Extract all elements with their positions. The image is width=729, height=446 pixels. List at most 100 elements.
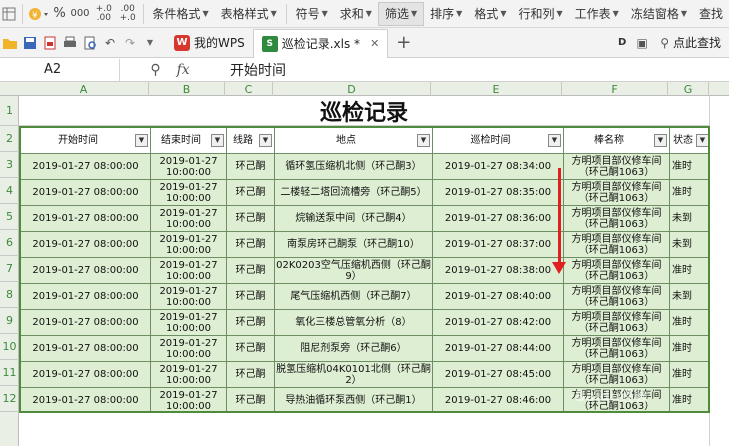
filter-dropdown-icon[interactable]: ▼ bbox=[696, 134, 708, 147]
column-header-a[interactable]: A bbox=[19, 82, 149, 96]
cell-inspect-time[interactable]: 2019-01-27 08:36:00 bbox=[433, 206, 564, 232]
filter-dropdown-icon[interactable]: ▼ bbox=[211, 134, 224, 147]
tab-inspection-record[interactable]: S 巡检记录.xls * ✕ bbox=[252, 28, 389, 58]
filter-dropdown-icon[interactable]: ▼ bbox=[135, 134, 148, 147]
cell-end-time[interactable]: 2019-01-27 10:00:00 bbox=[151, 154, 227, 180]
tab-my-wps[interactable]: W 我的WPS bbox=[166, 29, 253, 57]
cell-inspect-time[interactable]: 2019-01-27 08:37:00 bbox=[433, 232, 564, 258]
cell-start-time[interactable]: 2019-01-27 08:00:00 bbox=[21, 206, 151, 232]
cell-stick-name[interactable]: 方明项目部仪修车间（环己酮1063） bbox=[564, 180, 670, 206]
cell-line[interactable]: 环己酮 bbox=[227, 206, 275, 232]
cell-end-time[interactable]: 2019-01-27 10:00:00 bbox=[151, 310, 227, 336]
cell-end-time[interactable]: 2019-01-27 10:00:00 bbox=[151, 232, 227, 258]
cell-place[interactable]: 循环氢压缩机北侧（环己酮3） bbox=[275, 154, 433, 180]
cell-end-time[interactable]: 2019-01-27 10:00:00 bbox=[151, 180, 227, 206]
row-header[interactable]: 11 bbox=[0, 360, 19, 386]
cell-start-time[interactable]: 2019-01-27 08:00:00 bbox=[21, 362, 151, 388]
open-folder-icon[interactable] bbox=[0, 33, 20, 53]
filter-dropdown-icon[interactable]: ▼ bbox=[654, 134, 667, 147]
cell-end-time[interactable]: 2019-01-27 10:00:00 bbox=[151, 336, 227, 362]
symbol-button[interactable]: 符号 ▼ bbox=[290, 2, 334, 26]
cell-line[interactable]: 环己酮 bbox=[227, 388, 275, 411]
cell-line[interactable]: 环己酮 bbox=[227, 336, 275, 362]
cell-place[interactable]: 氧化三楼总管氧分析（8） bbox=[275, 310, 433, 336]
cell-place[interactable]: 阻尼剂泵旁（环己酮6） bbox=[275, 336, 433, 362]
layout-icon[interactable]: ▣ bbox=[632, 33, 652, 53]
cell-start-time[interactable]: 2019-01-27 08:00:00 bbox=[21, 232, 151, 258]
header-cell-place[interactable]: 地点 ▼ bbox=[275, 128, 433, 154]
column-header-b[interactable]: B bbox=[149, 82, 225, 96]
cell-stick-name[interactable]: 方明项目部仪修车间（环己酮1063） bbox=[564, 206, 670, 232]
cell-end-time[interactable]: 2019-01-27 10:00:00 bbox=[151, 284, 227, 310]
export-pdf-icon[interactable] bbox=[40, 33, 60, 53]
cell-place[interactable]: 烷输送泵中间（环己酮4） bbox=[275, 206, 433, 232]
cell-place[interactable]: 南泵房环己酮泵（环己酮10） bbox=[275, 232, 433, 258]
filter-button[interactable]: 筛选 ▼ bbox=[377, 1, 425, 26]
cell-status[interactable]: 准时 bbox=[670, 310, 708, 336]
cell-status[interactable]: 准时 bbox=[670, 180, 708, 206]
column-header-e[interactable]: E bbox=[431, 82, 562, 96]
row-header[interactable]: 10 bbox=[0, 334, 19, 360]
row-header[interactable]: 6 bbox=[0, 230, 19, 256]
cell-line[interactable]: 环己酮 bbox=[227, 232, 275, 258]
find-button[interactable]: 查找 bbox=[693, 2, 729, 26]
empty-grid-area[interactable] bbox=[709, 96, 729, 446]
column-header-c[interactable]: C bbox=[225, 82, 273, 96]
column-header-g[interactable]: G bbox=[668, 82, 709, 96]
sheet-title[interactable]: 巡检记录 bbox=[19, 96, 709, 126]
header-cell-status[interactable]: 状态 ▼ bbox=[670, 128, 708, 154]
insert-function-button[interactable]: fx bbox=[177, 62, 190, 78]
cell-place[interactable]: 02K0203空气压缩机西侧（环己酮9） bbox=[275, 258, 433, 284]
print-icon[interactable] bbox=[60, 33, 80, 53]
cell-stick-name[interactable]: 方明项目部仪修车间（环己酮1063） bbox=[564, 310, 670, 336]
cell-start-time[interactable]: 2019-01-27 08:00:00 bbox=[21, 180, 151, 206]
cell-stick-name[interactable]: 方明项目部仪修车间（环己酮1063） bbox=[564, 258, 670, 284]
undo-icon[interactable]: ↶ bbox=[100, 33, 120, 53]
header-cell-line[interactable]: 线路 ▼ bbox=[227, 128, 275, 154]
cell-start-time[interactable]: 2019-01-27 08:00:00 bbox=[21, 310, 151, 336]
cell-status[interactable]: 准时 bbox=[670, 336, 708, 362]
cell-end-time[interactable]: 2019-01-27 10:00:00 bbox=[151, 258, 227, 284]
cell-end-time[interactable]: 2019-01-27 10:00:00 bbox=[151, 388, 227, 411]
cell-line[interactable]: 环己酮 bbox=[227, 258, 275, 284]
conditional-format-button[interactable]: 条件格式 ▼ bbox=[146, 2, 214, 26]
cell-status[interactable]: 未到 bbox=[670, 284, 708, 310]
cell-line[interactable]: 环己酮 bbox=[227, 180, 275, 206]
cell-end-time[interactable]: 2019-01-27 10:00:00 bbox=[151, 206, 227, 232]
cell-inspect-time[interactable]: 2019-01-27 08:42:00 bbox=[433, 310, 564, 336]
zoom-search-icon[interactable]: ⚲ bbox=[150, 62, 160, 78]
sum-button[interactable]: 求和 ▼ bbox=[334, 2, 378, 26]
row-header[interactable]: 4 bbox=[0, 178, 19, 204]
thousands-separator-button[interactable]: 000 bbox=[68, 2, 92, 26]
empty-grid-area[interactable] bbox=[19, 413, 709, 446]
cell-line[interactable]: 环己酮 bbox=[227, 362, 275, 388]
row-header[interactable]: 3 bbox=[0, 152, 19, 178]
percent-format-button[interactable]: % bbox=[51, 2, 68, 26]
decrease-decimal-button[interactable]: .00 +.0 bbox=[116, 2, 140, 26]
row-col-button[interactable]: 行和列 ▼ bbox=[512, 2, 568, 26]
column-header-f[interactable]: F bbox=[562, 82, 668, 96]
cell-place[interactable]: 尾气压缩机西侧（环己酮7） bbox=[275, 284, 433, 310]
cell-status[interactable]: 未到 bbox=[670, 232, 708, 258]
cell-stick-name[interactable]: 方明项目部仪修车间（环己酮1063） bbox=[564, 362, 670, 388]
row-header[interactable]: 2 bbox=[0, 126, 19, 152]
row-header[interactable]: 12 bbox=[0, 386, 19, 412]
header-cell-end-time[interactable]: 结束时间 ▼ bbox=[151, 128, 227, 154]
cell-inspect-time[interactable]: 2019-01-27 08:45:00 bbox=[433, 362, 564, 388]
cell-start-time[interactable]: 2019-01-27 08:00:00 bbox=[21, 258, 151, 284]
worksheet-button[interactable]: 工作表 ▼ bbox=[569, 2, 625, 26]
cell-start-time[interactable]: 2019-01-27 08:00:00 bbox=[21, 154, 151, 180]
table-style-button[interactable]: 表格样式 ▼ bbox=[215, 2, 283, 26]
sort-button[interactable]: 排序 ▼ bbox=[424, 2, 468, 26]
cell-stick-name[interactable]: 方明项目部仪修车间（环己酮1063） bbox=[564, 154, 670, 180]
customize-quick-access-icon[interactable]: ▼ bbox=[140, 33, 160, 53]
name-box[interactable]: A2 bbox=[0, 58, 120, 81]
redo-icon[interactable]: ↷ bbox=[120, 33, 140, 53]
cell-end-time[interactable]: 2019-01-27 10:00:00 bbox=[151, 362, 227, 388]
filter-dropdown-icon[interactable]: ▼ bbox=[548, 134, 561, 147]
close-icon[interactable]: ✕ bbox=[370, 37, 379, 50]
cell-place[interactable]: 导热油循环泵西侧（环己酮1） bbox=[275, 388, 433, 411]
cell-inspect-time[interactable]: 2019-01-27 08:34:00 bbox=[433, 154, 564, 180]
new-tab-button[interactable]: + bbox=[388, 29, 419, 57]
currency-format-icon[interactable]: ¥ bbox=[26, 2, 52, 26]
